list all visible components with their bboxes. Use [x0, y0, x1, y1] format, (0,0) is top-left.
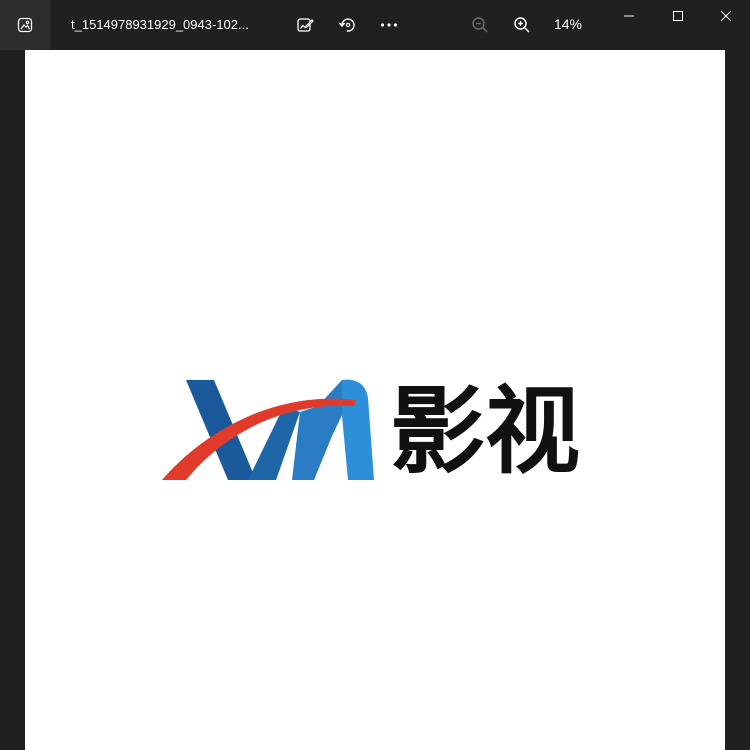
xm-logo: 影视: [160, 376, 592, 488]
zoom-out-icon[interactable]: [464, 9, 496, 41]
photo-viewer-window: t_1514978931929_0943-102... 14% 影视: [0, 0, 750, 750]
image-canvas: 影视: [25, 50, 725, 750]
zoom-level[interactable]: 14%: [548, 0, 588, 50]
zoom-in-icon[interactable]: [506, 9, 538, 41]
rotate-icon[interactable]: [331, 9, 363, 41]
close-icon[interactable]: [709, 0, 743, 32]
more-options-icon[interactable]: [373, 9, 405, 41]
maximize-icon[interactable]: [661, 0, 695, 32]
edit-image-icon[interactable]: [289, 9, 321, 41]
title-bar: t_1514978931929_0943-102... 14%: [0, 0, 750, 50]
xm-logo-mark: [162, 379, 374, 480]
logo-text: 影视: [390, 376, 581, 487]
minimize-icon[interactable]: [612, 0, 646, 32]
photo-viewer-icon[interactable]: [0, 0, 50, 50]
file-name-title: t_1514978931929_0943-102...: [71, 17, 249, 32]
